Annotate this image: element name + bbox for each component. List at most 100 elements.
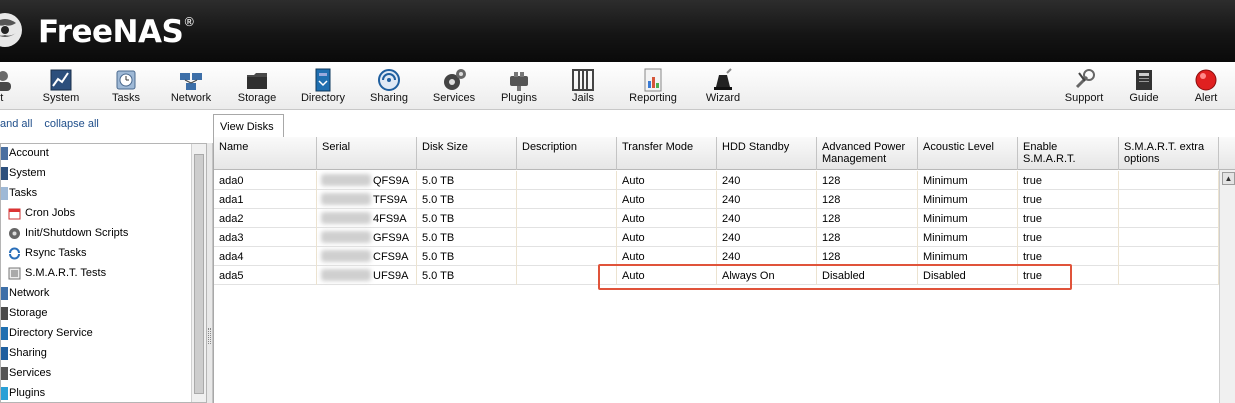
alert-icon: [1195, 69, 1217, 91]
script-icon: [9, 228, 20, 239]
tree-item-storage[interactable]: Storage: [1, 304, 191, 323]
toolbar-account-button[interactable]: unt: [0, 62, 18, 110]
tree-item-cron-jobs[interactable]: Cron Jobs: [1, 204, 191, 223]
grid-header: Name Serial Disk Size Description Transf…: [214, 137, 1235, 170]
toolbar-sharing-button[interactable]: Sharing: [366, 62, 412, 110]
network-folder-icon: [1, 287, 8, 300]
column-header-line2: S.M.A.R.T.: [1023, 153, 1076, 165]
scroll-up-arrow-icon[interactable]: ▲: [1222, 172, 1235, 185]
cell-disk-size: 5.0 TB: [417, 247, 517, 266]
cell-enable-smart: true: [1018, 171, 1119, 190]
cell-acoustic-level: Minimum: [918, 171, 1018, 190]
column-header-advanced-power-management[interactable]: Advanced Power Management: [817, 137, 918, 170]
toolbar-storage-button[interactable]: Storage: [234, 62, 280, 110]
cell-hdd-standby: 240: [717, 171, 817, 190]
cell-transfer-mode: Auto: [617, 190, 717, 209]
storage-icon: [247, 73, 267, 89]
cell-acoustic-level: Minimum: [918, 209, 1018, 228]
column-header-description[interactable]: Description: [517, 137, 617, 170]
brand-logo-text: FreeNAS®: [38, 14, 195, 50]
cell-description: [517, 190, 617, 209]
cell-advanced-power: 128: [817, 228, 918, 247]
expand-all-link[interactable]: and all: [0, 118, 32, 130]
serial-suffix: GFS9A: [373, 232, 410, 244]
serial-suffix: CFS9A: [373, 251, 409, 263]
toolbar-wizard-button[interactable]: Wizard: [700, 62, 746, 110]
serial-suffix: QFS9A: [373, 175, 410, 187]
directory-folder-icon: [1, 327, 8, 340]
cell-smart-extra: [1119, 266, 1219, 285]
account-folder-icon: [1, 147, 8, 160]
serial-suffix: UFS9A: [373, 270, 409, 282]
toolbar-support-button[interactable]: Support: [1060, 62, 1108, 110]
tree-item-system[interactable]: System: [1, 164, 191, 183]
cell-smart-extra: [1119, 228, 1219, 247]
tree-item-network[interactable]: Network: [1, 284, 191, 303]
redacted-serial: [321, 193, 371, 205]
column-header-smart-extra-options[interactable]: S.M.A.R.T. extra options: [1119, 137, 1219, 170]
sharing-icon: [378, 69, 400, 91]
tree-item-tasks[interactable]: Tasks: [1, 184, 191, 203]
toolbar-guide-button[interactable]: Guide: [1124, 62, 1164, 110]
services-folder-icon: [1, 367, 8, 380]
toolbar-reporting-button[interactable]: Reporting: [624, 62, 682, 110]
toolbar-directory-button[interactable]: Directory: [298, 62, 348, 110]
freenas-logo-icon: [0, 13, 22, 47]
cell-serial: UFS9A: [317, 266, 417, 285]
column-header-enable-smart[interactable]: Enable S.M.A.R.T.: [1018, 137, 1119, 170]
toolbar-account-label: unt: [0, 92, 4, 104]
column-header-disk-size[interactable]: Disk Size: [417, 137, 517, 170]
grid-scrollbar[interactable]: ▲: [1219, 170, 1235, 403]
tree-item-init-shutdown-scripts[interactable]: Init/Shutdown Scripts: [1, 224, 191, 243]
column-header-serial[interactable]: Serial: [317, 137, 417, 170]
trademark-mark: ®: [183, 15, 195, 29]
tree-item-sharing[interactable]: Sharing: [1, 344, 191, 363]
cell-hdd-standby: 240: [717, 190, 817, 209]
tree-item-directory-service[interactable]: Directory Service: [1, 324, 191, 343]
tree-item-smart-tests[interactable]: S.M.A.R.T. Tests: [1, 264, 191, 283]
tree-item-label: Init/Shutdown Scripts: [25, 227, 129, 239]
toolbar-wizard-label: Wizard: [705, 92, 741, 104]
sharing-folder-icon: [1, 347, 8, 360]
column-header-acoustic-level[interactable]: Acoustic Level: [918, 137, 1018, 170]
brand-name: FreeNAS: [38, 14, 184, 50]
column-header-name[interactable]: Name: [214, 137, 317, 170]
tree-item-rsync-tasks[interactable]: Rsync Tasks: [1, 244, 191, 263]
toolbar-support-label: Support: [1064, 92, 1104, 104]
tree-item-services[interactable]: Services: [1, 364, 191, 383]
cell-name: ada0: [214, 171, 317, 190]
cell-name: ada2: [214, 209, 317, 228]
column-header-line2: options: [1124, 153, 1160, 165]
tree-item-account[interactable]: Account: [1, 144, 191, 163]
tab-view-disks[interactable]: View Disks: [213, 114, 284, 138]
table-row[interactable]: ada2 4FS9A 5.0 TB Auto 240 128 Minimum t…: [214, 209, 1219, 228]
tree-scrollbar-thumb[interactable]: [194, 154, 204, 394]
toolbar-reporting-label: Reporting: [629, 92, 677, 104]
toolbar-services-button[interactable]: Services: [430, 62, 478, 110]
redacted-serial: [321, 269, 371, 281]
splitter-grip[interactable]: [208, 328, 211, 344]
toolbar-network-label: Network: [170, 92, 212, 104]
column-header-hdd-standby[interactable]: HDD Standby: [717, 137, 817, 170]
cell-name: ada3: [214, 228, 317, 247]
table-row[interactable]: ada0 QFS9A 5.0 TB Auto 240 128 Minimum t…: [214, 171, 1219, 190]
toolbar-plugins-button[interactable]: Plugins: [496, 62, 542, 110]
toolbar-jails-button[interactable]: Jails: [562, 62, 604, 110]
table-row[interactable]: ada3 GFS9A 5.0 TB Auto 240 128 Minimum t…: [214, 228, 1219, 247]
network-icon: [180, 73, 202, 90]
tree-expand-collapse-links: and all collapse all: [0, 118, 111, 130]
toolbar-system-button[interactable]: System: [38, 62, 84, 110]
toolbar-alert-button[interactable]: Alert: [1188, 62, 1224, 110]
cell-disk-size: 5.0 TB: [417, 190, 517, 209]
tree-item-plugins[interactable]: Plugins: [1, 384, 191, 402]
toolbar-alert-label: Alert: [1194, 92, 1218, 104]
support-icon: [1075, 69, 1095, 89]
collapse-all-link[interactable]: collapse all: [44, 118, 98, 130]
tree-item-label: S.M.A.R.T. Tests: [25, 267, 107, 279]
column-header-transfer-mode[interactable]: Transfer Mode: [617, 137, 717, 170]
tree-item-label: Network: [9, 287, 50, 299]
tree-scrollbar[interactable]: [191, 144, 206, 402]
table-row[interactable]: ada1 TFS9A 5.0 TB Auto 240 128 Minimum t…: [214, 190, 1219, 209]
toolbar-network-button[interactable]: Network: [168, 62, 214, 110]
toolbar-tasks-button[interactable]: Tasks: [104, 62, 148, 110]
